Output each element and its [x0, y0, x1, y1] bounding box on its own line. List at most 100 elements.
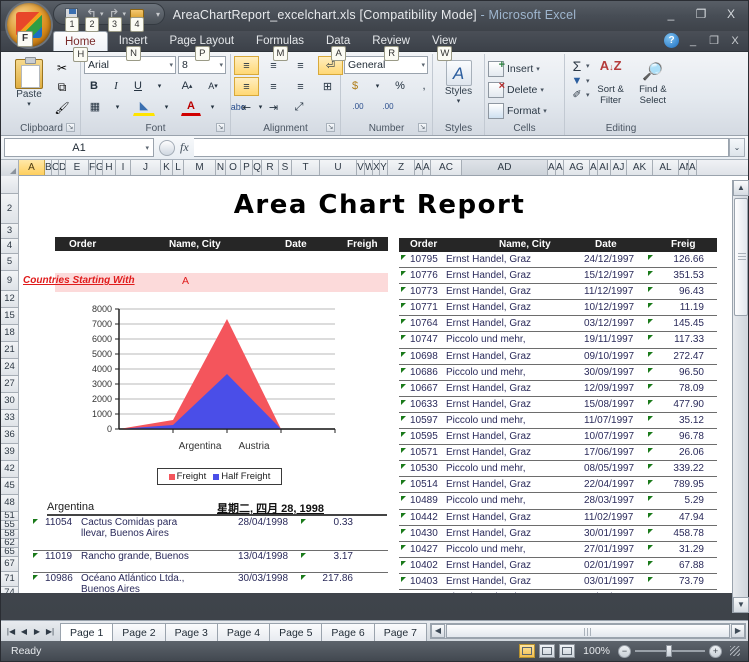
increase-decimal-button[interactable]: .00 — [344, 97, 372, 116]
column-header-A[interactable]: A — [19, 160, 45, 175]
orientation-dropdown[interactable] — [312, 98, 331, 117]
undo-button[interactable]: ↰ 2 — [82, 5, 101, 32]
row-header-24[interactable]: 24 — [1, 359, 18, 376]
column-header-X[interactable]: X — [373, 160, 380, 175]
error-indicator-icon[interactable] — [401, 287, 406, 293]
customize-qat-icon[interactable]: ▾ — [156, 10, 160, 19]
alignment-dialog-launcher[interactable]: ↘ — [326, 123, 335, 132]
error-indicator-icon[interactable] — [33, 519, 38, 524]
orientation-button[interactable]: ⤢ — [288, 98, 310, 117]
error-indicator-icon[interactable] — [401, 560, 406, 566]
tab-home[interactable]: Home H — [53, 31, 108, 62]
zoom-handle[interactable] — [666, 645, 672, 657]
fill-color-dropdown[interactable]: ▾ — [157, 97, 176, 116]
row-header-62[interactable]: 62 — [1, 539, 18, 548]
error-indicator-icon[interactable] — [401, 528, 406, 534]
row-header-71[interactable]: 71 — [1, 572, 18, 587]
column-header-G[interactable]: G — [96, 160, 103, 175]
column-header-R[interactable]: R — [262, 160, 279, 175]
column-header-AA[interactable]: AA — [415, 160, 423, 175]
tab-review[interactable]: Review R — [361, 31, 421, 61]
paste-button[interactable]: Paste ▾ — [6, 56, 52, 108]
error-indicator-icon[interactable] — [401, 512, 406, 518]
column-header-N[interactable]: N — [216, 160, 226, 175]
column-header-AG[interactable]: AG — [564, 160, 590, 175]
error-indicator-icon[interactable] — [401, 399, 406, 405]
redo-button[interactable]: ↱ 3 — [105, 5, 124, 32]
column-header-T[interactable]: T — [292, 160, 320, 175]
error-indicator-icon[interactable] — [33, 553, 38, 558]
name-box[interactable]: A1 ▾ — [4, 138, 154, 157]
table-row[interactable]: 10747 Piccolo und mehr, 19/11/1997 117.33 — [399, 332, 717, 349]
table-row[interactable]: 10633 Ernst Handel, Graz 15/08/1997 477.90 — [399, 397, 717, 413]
scroll-down-button[interactable]: ▼ — [733, 597, 749, 613]
column-header-AD[interactable]: AD — [462, 160, 548, 175]
help-icon[interactable]: ? — [664, 33, 679, 48]
align-center-button[interactable]: ≡ — [261, 77, 286, 96]
error-indicator-icon[interactable] — [401, 576, 406, 582]
normal-view-button[interactable] — [519, 644, 536, 658]
column-header-AJ[interactable]: AJ — [611, 160, 627, 175]
error-indicator-icon[interactable] — [301, 519, 306, 524]
row-header-67[interactable]: 67 — [1, 557, 18, 572]
column-header-L[interactable]: L — [173, 160, 184, 175]
sheet-tab-page-6[interactable]: Page 6 — [321, 622, 375, 642]
row-header-5[interactable]: 5 — [1, 254, 18, 271]
clear-button[interactable]: ✐ ▾ — [568, 88, 589, 101]
hscroll-right-button[interactable]: ▶ — [731, 624, 745, 638]
font-size-chevron-down-icon[interactable]: ▾ — [219, 61, 223, 69]
maximize-button[interactable]: ❐ — [690, 5, 712, 23]
table-row[interactable]: 10771 Ernst Handel, Graz 10/12/1997 11.19 — [399, 300, 717, 317]
insert-cells-button[interactable]: Insert ▾ — [488, 58, 540, 79]
error-indicator-icon[interactable] — [401, 432, 406, 438]
horizontal-scrollbar[interactable]: ◀ ▶ — [429, 623, 746, 639]
resize-grip-icon[interactable] — [730, 646, 740, 656]
column-header-S[interactable]: S — [279, 160, 292, 175]
next-sheet-button[interactable]: ▶ — [31, 627, 43, 636]
merge-center-button[interactable]: ⊞ — [318, 77, 337, 96]
column-header-J[interactable]: J — [131, 160, 161, 175]
row-header-33[interactable]: 33 — [1, 410, 18, 427]
row-header-48[interactable]: 48 — [1, 495, 18, 512]
row-header-9[interactable]: 9 — [1, 271, 18, 291]
column-header-H[interactable]: H — [103, 160, 116, 175]
sheet-tab-page-4[interactable]: Page 4 — [216, 622, 271, 642]
column-header-AI[interactable]: AI — [598, 160, 611, 175]
column-header-B[interactable]: B — [45, 160, 52, 175]
error-indicator-icon[interactable] — [401, 367, 406, 373]
error-indicator-icon[interactable] — [401, 383, 406, 389]
open-button[interactable]: 4 — [127, 5, 146, 32]
row-header-45[interactable]: 45 — [1, 478, 18, 495]
row-header-42[interactable]: 42 — [1, 461, 18, 478]
sort-filter-button[interactable]: A↓Z Sort & Filter — [590, 58, 632, 106]
format-painter-button[interactable]: 🖌 — [52, 98, 72, 117]
error-indicator-icon[interactable] — [301, 553, 306, 558]
grow-font-button[interactable]: A ▴ — [175, 76, 199, 95]
row-header-4[interactable]: 4 — [1, 239, 18, 254]
error-indicator-icon[interactable] — [401, 464, 406, 470]
horizontal-scroll-thumb[interactable] — [445, 624, 730, 638]
zoom-track[interactable] — [635, 645, 705, 657]
expand-formula-bar-icon[interactable]: ⌄ — [729, 138, 745, 157]
error-indicator-icon[interactable] — [401, 351, 406, 357]
italic-button[interactable]: I — [106, 76, 126, 95]
decrease-indent-button[interactable]: ⇤ — [234, 98, 259, 117]
table-row[interactable]: 10698 Ernst Handel, Graz 09/10/1997 272.47 — [399, 349, 717, 365]
error-indicator-icon[interactable] — [301, 575, 306, 580]
tab-data[interactable]: Data A — [315, 31, 361, 61]
first-sheet-button[interactable]: |◀ — [5, 627, 17, 636]
styles-chevron-down-icon[interactable]: ▾ — [457, 97, 461, 105]
page-break-view-button[interactable] — [559, 644, 576, 658]
column-header-M[interactable]: M — [184, 160, 216, 175]
row-header-21[interactable]: 21 — [1, 342, 18, 359]
format-cells-button[interactable]: Format ▾ — [488, 100, 547, 121]
row-header-55[interactable]: 55 — [1, 521, 18, 530]
font-name-chevron-down-icon[interactable]: ▾ — [169, 61, 173, 69]
column-header-Q[interactable]: Q — [253, 160, 262, 175]
table-row[interactable]: 10595 Ernst Handel, Graz 10/07/1997 96.78 — [399, 429, 717, 446]
comma-format-button[interactable]: , — [413, 76, 435, 95]
table-row[interactable]: 10430 Ernst Handel, Graz 30/01/1997 458.78 — [399, 526, 717, 542]
row-header-51[interactable]: 51 — [1, 512, 18, 521]
column-header-E[interactable]: E — [66, 160, 89, 175]
close-workbook-button[interactable]: X — [728, 35, 742, 47]
